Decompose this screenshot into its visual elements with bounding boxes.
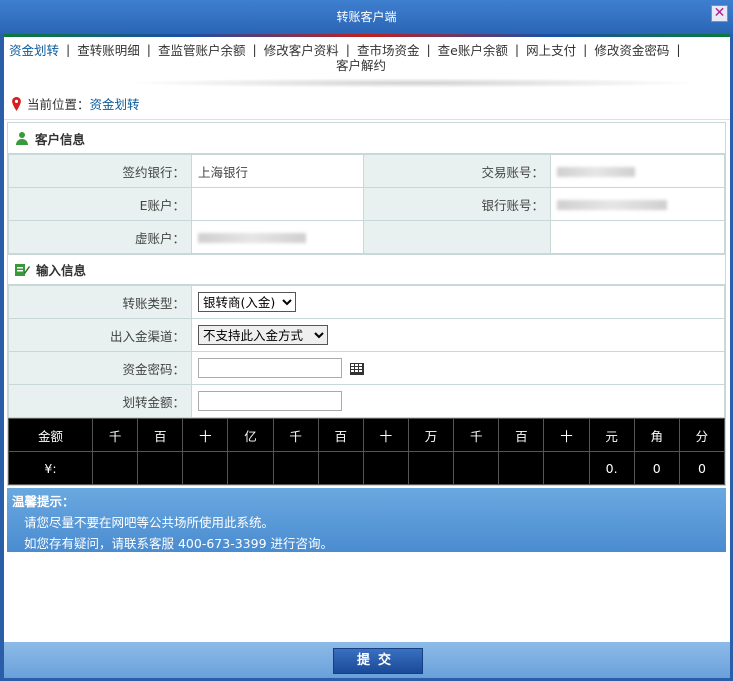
transfer-type-select[interactable]: 银转商(入金) [198,292,296,312]
location-pin-icon [12,96,21,111]
channel-cell: 不支持此入金方式 [191,318,725,352]
menu-online-payment[interactable]: 网上支付 [526,40,576,59]
grid-value-cell [227,451,274,485]
grid-header-cell: 分 [678,418,726,452]
grid-header-cell: 千 [453,418,500,452]
grid-header-cell: 十 [543,418,590,452]
amount-label: 划转金额： [8,384,192,418]
edit-icon [15,263,30,276]
tips-title: 温馨提示： [12,494,75,509]
user-icon [16,132,28,145]
amount-grid-value-row: ¥: 0. 0 0 [8,451,726,485]
password-cell [191,351,725,385]
window-title-bar: 转账客户端 ✕ [0,0,733,34]
grid-value-cell: ¥: [8,451,93,485]
top-menu: 资金划转 | 查转账明细 | 查监管账户余额 | 修改客户资料 | 查市场资金 … [4,34,730,88]
menu-e-account-balance[interactable]: 查e账户余额 [438,40,508,59]
grid-value-cell [453,451,500,485]
transfer-type-cell: 银转商(入金) [191,285,725,319]
menu-separator: | [514,41,520,57]
grid-header-cell: 角 [633,418,680,452]
menu-change-fund-password[interactable]: 修改资金密码 [594,40,669,59]
grid-value-cell [543,451,590,485]
customer-info-table: 签约银行： 上海银行 交易账号： E账户： 银行账号： 虚账户： [8,154,725,254]
transfer-type-label: 转账类型： [8,285,192,319]
grid-header-cell: 十 [182,418,229,452]
grid-header-cell: 元 [588,418,635,452]
password-label: 资金密码： [8,351,192,385]
grid-value-cell [362,451,409,485]
grid-value-cell [407,451,455,485]
amount-cell [191,384,725,418]
empty-cell [363,220,551,254]
grid-value-cell [498,451,545,485]
grid-header-cell: 百 [137,418,184,452]
grid-header-cell: 百 [317,418,364,452]
footer-bar: 提交 [4,642,730,678]
menu-separator: | [426,41,431,57]
grid-value-cell [137,451,184,485]
menu-separator: | [676,41,681,57]
tips-line: 请您尽量不要在网吧等公共场所使用此系统。 [24,515,275,530]
grid-value-cell: 0 [678,451,726,485]
customer-info-title: 客户信息 [35,131,86,147]
amount-input[interactable] [198,391,342,411]
grid-header-cell: 金额 [8,418,93,452]
menu-fund-transfer[interactable]: 资金划转 [9,40,59,59]
close-icon[interactable]: ✕ [711,5,728,22]
menu-transfer-details[interactable]: 查转账明细 [77,40,140,59]
e-account-label: E账户： [8,187,192,221]
menu-separator: | [66,41,71,57]
menu-supervision-balance[interactable]: 查监管账户余额 [158,40,246,59]
grid-value-cell: 0 [633,451,680,485]
trade-account-label: 交易账号： [363,154,551,188]
menu-separator: | [252,41,257,57]
customer-info-header: 客户信息 [8,123,725,154]
input-info-title: 输入信息 [36,263,87,278]
keyboard-icon[interactable] [349,363,364,375]
menu-edit-profile[interactable]: 修改客户资料 [264,40,339,59]
menu-separator: | [146,41,151,57]
grid-value-cell: 0. [588,451,635,485]
channel-select[interactable]: 不支持此入金方式 [198,325,328,345]
e-account-value [191,187,364,221]
menu-shadow [124,78,704,88]
grid-header-cell: 十 [362,418,409,452]
grid-header-cell: 亿 [227,418,274,452]
trade-account-value [550,154,725,188]
menu-separator: | [583,41,588,57]
main-frame: 资金划转 | 查转账明细 | 查监管账户余额 | 修改客户资料 | 查市场资金 … [4,34,730,678]
grid-value-cell [182,451,229,485]
input-info-table: 转账类型： 银转商(入金) 出入金渠道： 不支持此入金方式 资金密码： 划转金额… [8,285,725,418]
tips-box: 温馨提示： 请您尽量不要在网吧等公共场所使用此系统。 如您存有疑问，请联系客服 … [7,488,726,552]
location-link[interactable]: 资金划转 [90,94,140,113]
empty-cell [550,220,725,254]
bank-account-value [550,187,725,221]
amount-grid: 金额 千 百 十 亿 千 百 十 万 千 百 十 元 角 分 ¥: 0. 0 0 [8,418,726,485]
grid-value-cell [272,451,319,485]
transfer-panel: 客户信息 签约银行： 上海银行 交易账号： E账户： 银行账号： 虚账户： 输入… [7,122,726,486]
grid-header-cell: 万 [407,418,455,452]
virtual-account-value [191,220,364,254]
input-info-header: 输入信息 [8,254,725,285]
breadcrumb: 当前位置： 资金划转 [4,88,730,120]
bank-label: 签约银行： [8,154,192,188]
channel-label: 出入金渠道： [8,318,192,352]
grid-value-cell [317,451,364,485]
location-label: 当前位置： [27,97,90,112]
window-title: 转账客户端 [336,10,397,24]
virtual-account-label: 虚账户： [8,220,192,254]
bank-value: 上海银行 [191,154,364,188]
bank-account-label: 银行账号： [363,187,551,221]
tips-line: 如您存有疑问，请联系客服 400-673-3399 进行咨询。 [24,536,333,551]
submit-button[interactable]: 提交 [333,648,423,674]
grid-header-cell: 千 [91,418,139,452]
grid-value-cell [91,451,139,485]
password-input[interactable] [198,358,342,378]
grid-header-cell: 百 [498,418,545,452]
menu-cancel-contract[interactable]: 客户解约 [336,58,386,73]
grid-header-cell: 千 [272,418,319,452]
amount-grid-header: 金额 千 百 十 亿 千 百 十 万 千 百 十 元 角 分 [8,418,726,452]
